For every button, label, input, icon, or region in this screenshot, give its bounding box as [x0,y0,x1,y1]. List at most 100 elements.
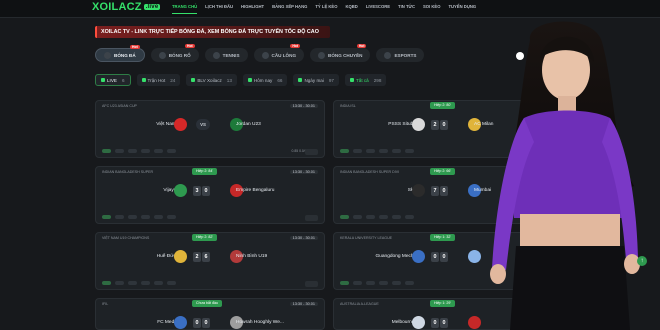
nav-item[interactable]: TUYỂN DỤNG [448,4,476,14]
stat-pill [102,149,111,153]
league-name: INDIAN BANGLADESH SUPER DIVI [340,170,400,174]
nav-item[interactable]: TIN TỨC [398,4,415,14]
scoreboard: 70 [431,185,448,196]
away-score: 6 [202,251,210,262]
logo-text: XOILACZ [92,1,142,13]
match-status-badge: Chưa bắt đầu [192,300,222,307]
nav-item[interactable]: SOI KÈO [423,4,440,14]
nav-item[interactable]: LIVESCORE [366,4,390,14]
sport-tab[interactable]: CẦU LÔNG Hot [253,44,305,62]
filter-label: LIVE [107,77,117,83]
stat-pill [340,215,349,219]
stat-pill [366,149,375,153]
filter-chip[interactable]: BLV Xoilacz 13 [186,74,237,86]
away-team-name: Howrah Hooghly We... [236,320,284,325]
nav-item[interactable]: LỊCH THI ĐẤU [205,4,233,14]
filter-count: 66 [277,77,283,83]
away-score: 0 [440,185,448,196]
match-status-badge: Hiệp 2: 84' [192,168,218,175]
stat-pill [353,215,362,219]
stat-pill [115,149,124,153]
watch-button[interactable] [305,215,318,221]
league-name: INDIAN BANGLADESH SUPER [102,170,154,174]
watch-button[interactable] [305,149,318,155]
filter-chip[interactable]: Trận Hot 24 [136,74,181,86]
sport-icon [158,51,166,59]
match-status-badge: Hiệp 1: 29' [430,300,456,307]
sport-tab[interactable]: BÓNG RỔ Hot [150,44,199,62]
league-name: KERALA UNIVERSITY LEAGUE [340,236,393,240]
filter-icon [141,78,146,82]
match-card[interactable]: IFIL 13:30 - 30.01 Chưa bắt đầu FC Medinipu… [95,298,325,330]
stat-pill [102,215,111,219]
home-score: 0 [431,317,439,328]
home-score: 3 [193,185,201,196]
filter-chip[interactable]: Hôm nay 66 [242,74,288,86]
filter-icon [298,78,303,82]
away-score: 0 [440,119,448,130]
filter-chip[interactable]: Tất cả 298 [344,74,387,86]
stat-pill [392,149,401,153]
filter-chip[interactable]: LIVE 6 [95,74,131,86]
stat-pill [128,215,137,219]
league-name: AFC U23 ASIAN CUP [102,104,137,108]
stat-pill [141,215,150,219]
home-team-crest-icon [412,118,425,131]
stat-pill [154,215,163,219]
filter-count: 298 [373,77,382,83]
nav-item[interactable]: TRANG CHỦ [172,4,198,14]
sport-tab-label: TENNIS [222,52,240,58]
match-card[interactable]: INDIAN BANGLADESH SUPER 13:30 - 30.01 Hiệp… [95,166,325,224]
home-score: 0 [193,317,201,328]
home-team-crest-icon [412,316,425,329]
match-card[interactable]: VIỆT NAM U19 CHAMPIONS 13:30 - 30.01 Hiệp … [95,232,325,290]
match-stats-row: 0.85 0.0/0.5 0.95 [102,148,317,154]
home-score: 7 [431,185,439,196]
away-score: 0 [440,251,448,262]
scoreboard: 00 [193,317,210,328]
promo-model-image [490,21,640,330]
league-name: AUSTRALIA A-LEAGUE [340,302,379,306]
filter-count: 6 [121,77,125,83]
filter-icon [349,78,354,82]
nav-item[interactable]: KQBD [345,4,357,14]
match-card[interactable]: AFC U23 ASIAN CUP 13:30 - 30.01 Việt Nam U… [95,100,325,158]
filter-label: BLV Xoilacz [197,77,222,83]
stat-pill [379,281,388,285]
site-logo[interactable]: XOILACZ .live [92,1,162,16]
versus-label: VS [196,119,210,130]
main-nav: TRANG CHỦ LỊCH THI ĐẤU HIGHLIGHT BẢNG XẾP H… [172,4,476,14]
sport-tab[interactable]: ESPORTS [376,48,425,62]
sport-tab-label: BÓNG ĐÁ [114,52,136,58]
watch-button[interactable] [305,281,318,287]
filter-label: Hôm nay [253,77,273,83]
sport-tab-label: BÓNG RỔ [168,52,191,58]
stat-pill [392,215,401,219]
nav-item[interactable]: TỶ LỆ KÈO [315,4,337,14]
away-team-name: Empire Bengaluru [236,188,275,193]
filter-icon [191,78,196,82]
stat-pill [405,281,414,285]
home-score: 0 [431,251,439,262]
stat-pill [340,149,349,153]
stat-pill [405,215,414,219]
filter-chip[interactable]: Ngày mai 97 [293,74,339,86]
sport-tabs: BÓNG ĐÁ Hot BÓNG RỔ Hot TENNIS CẦU LÔNG Hot BÓN… [95,44,515,64]
filter-count: 24 [170,77,176,83]
home-score: 2 [431,119,439,130]
banner-text: XOILAC TV - LINK TRỰC TIẾP BÓNG ĐÁ, XEM … [101,29,319,35]
nav-item[interactable]: HIGHLIGHT [241,4,264,14]
stat-pill [167,281,176,285]
stat-pill [340,281,349,285]
scroll-up-button[interactable]: ↑ [637,256,647,266]
nav-item[interactable]: BẢNG XẾP HẠNG [272,4,307,14]
away-team-name: Jordan U23 [236,122,261,127]
logo-suffix: .live [143,4,161,10]
sport-tab[interactable]: TENNIS [204,48,248,62]
stat-pill [167,215,176,219]
hot-badge: Hot [185,44,195,48]
stat-pill [353,149,362,153]
sport-tab[interactable]: BÓNG ĐÁ Hot [95,45,145,62]
sport-tab[interactable]: BÓNG CHUYỀN Hot [310,44,371,62]
kickoff-time: 13:30 - 30.01 [289,302,318,306]
